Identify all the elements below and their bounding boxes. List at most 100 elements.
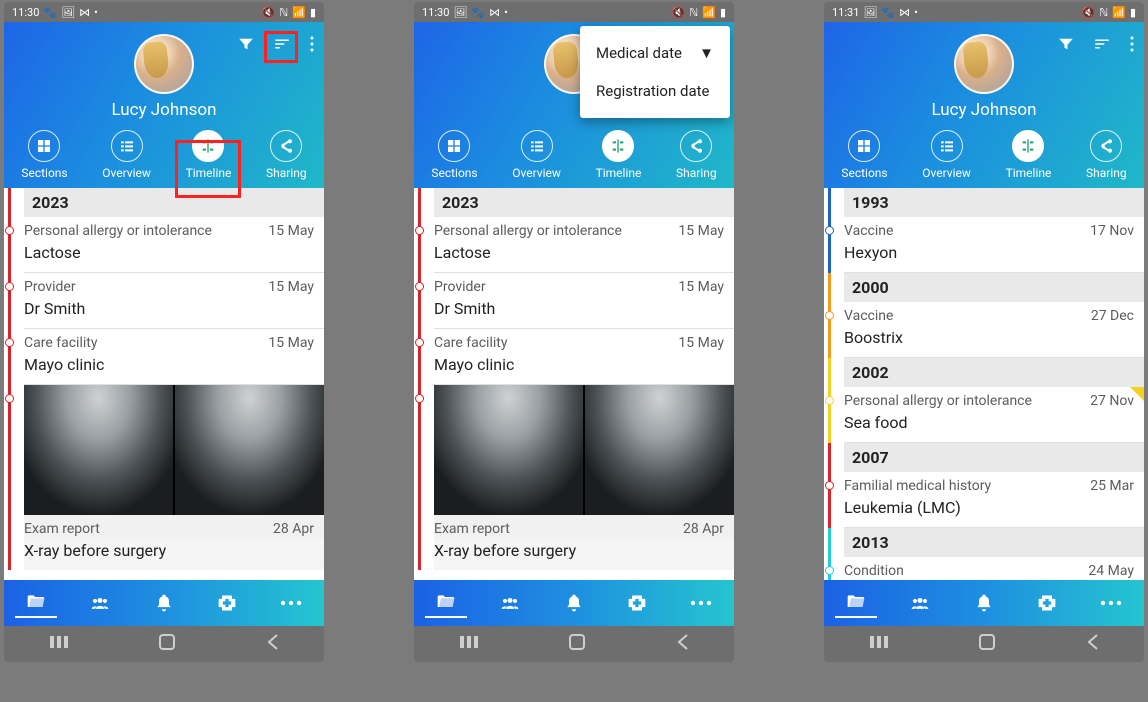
more-icon[interactable] [679,595,723,611]
entry-date: 15 May [268,335,314,351]
bell-icon[interactable] [964,589,1004,617]
entry-value: Mayo clinic [24,353,324,384]
entry-value: Sea food [844,411,1144,442]
recent-icon[interactable] [25,629,93,659]
tab-overview[interactable]: Overview [922,130,971,180]
filter-icon[interactable] [1054,32,1078,60]
more-icon[interactable] [269,595,313,611]
avatar[interactable] [954,34,1014,94]
entry-value: Dr Smith [24,297,324,328]
medical-cross-icon[interactable] [206,589,248,617]
medical-cross-icon[interactable] [1026,589,1068,617]
xray-image[interactable] [434,385,734,515]
timeline-item[interactable]: Exam report28 AprX-ray before surgery [414,385,734,570]
link-icon: ⋈ [489,6,500,19]
tab-timeline[interactable]: Timeline [186,130,232,180]
link-icon: ⋈ [79,6,90,19]
android-nav-bar [4,626,324,662]
medical-cross-icon[interactable] [616,589,658,617]
recent-icon[interactable] [845,629,913,659]
timeline-item[interactable]: 2023 [414,188,734,217]
folder-open-icon[interactable] [835,588,877,618]
timeline-item[interactable]: 1993 [824,188,1144,217]
battery-icon: ▮ [720,6,726,19]
xray-image[interactable] [24,385,324,515]
timeline-item[interactable]: Care facility15 MayMayo clinic [4,329,324,385]
sort-popup: Medical date ▼ Registration date [580,26,730,118]
timeline-item[interactable]: Care facility15 MayMayo clinic [414,329,734,385]
sort-icon[interactable] [268,32,296,60]
home-icon[interactable] [954,627,1020,661]
people-icon[interactable] [898,589,942,617]
header-tabs: Sections Overview Timeline Sharing [824,130,1144,188]
entry-value: Lactose [24,241,324,272]
bell-icon[interactable] [554,589,594,617]
picture-icon: 🖼 [453,6,467,19]
patient-name: Lucy Johnson [4,100,324,120]
tab-timeline[interactable]: Timeline [596,130,642,180]
avatar[interactable] [134,34,194,94]
timeline-item[interactable]: 2007 [824,443,1144,472]
entry-value: Hexyon [844,241,1144,272]
timeline-item[interactable]: Personal allergy or intolerance15 MayLac… [4,217,324,273]
tab-timeline[interactable]: Timeline [1006,130,1052,180]
mute-icon: 🔇 [1082,6,1096,19]
timeline-item[interactable]: 2002 [824,358,1144,387]
people-icon[interactable] [78,589,122,617]
sort-icon[interactable] [1088,32,1116,60]
sort-option-medical-date[interactable]: Medical date ▼ [580,34,730,72]
more-icon[interactable] [1089,595,1133,611]
timeline-item[interactable]: 2013 [824,528,1144,557]
timeline-content[interactable]: 1993Vaccine17 NovHexyon2000Vaccine27 Dec… [824,188,1144,580]
timeline-item[interactable]: Personal allergy or intolerance27 NovSea… [824,387,1144,443]
status-bar: 11:30 🖼 🐾 ⋈ • 🔇 ℕ 📶 ▮ [414,2,734,22]
entry-date: 25 Mar [1090,478,1134,494]
patient-name: Lucy Johnson [824,100,1144,120]
patient-header: Lucy Johnson Sections Overview Timeline Sha… [824,22,1144,188]
timeline-item[interactable]: Vaccine17 NovHexyon [824,217,1144,273]
home-icon[interactable] [544,627,610,661]
folder-open-icon[interactable] [15,588,57,618]
timeline-content[interactable]: 2023Personal allergy or intolerance15 Ma… [4,188,324,580]
status-bar: 11:30 🐾 🖼 ⋈ • 🔇 ℕ 📶 ▮ [4,2,324,22]
sort-option-registration-date[interactable]: Registration date [580,72,730,110]
nfc-icon: ℕ [689,6,698,19]
timeline-item[interactable]: 2000 [824,273,1144,302]
bottom-app-bar [4,580,324,626]
tab-sections[interactable]: Sections [841,130,887,180]
timeline-item[interactable]: 2023 [4,188,324,217]
tab-sharing[interactable]: Sharing [676,130,717,180]
tab-sharing[interactable]: Sharing [266,130,307,180]
folder-open-icon[interactable] [425,588,467,618]
timeline-item[interactable]: Condition24 May [824,557,1144,580]
timeline-item[interactable]: Personal allergy or intolerance15 MayLac… [414,217,734,273]
tab-label: Overview [102,166,151,180]
timeline-content[interactable]: 2023Personal allergy or intolerance15 Ma… [414,188,734,580]
back-icon[interactable] [651,627,713,661]
timeline-item[interactable]: Exam report28 AprX-ray before surgery [4,385,324,570]
tab-sections[interactable]: Sections [21,130,67,180]
tab-overview[interactable]: Overview [512,130,561,180]
screen-3: 11:31 🖼 🐾 ⋈ • 🔇 ℕ 📶 ▮ Lucy Johnson [824,2,1144,662]
bell-icon[interactable] [144,589,184,617]
timeline-item[interactable]: Vaccine27 DecBoostrix [824,302,1144,358]
tab-sections[interactable]: Sections [431,130,477,180]
filter-icon[interactable] [234,32,258,60]
timeline-item[interactable]: Provider15 MayDr Smith [414,273,734,329]
back-icon[interactable] [1061,627,1123,661]
recent-icon[interactable] [435,629,503,659]
home-icon[interactable] [134,627,200,661]
entry-date: 27 Dec [1091,308,1134,324]
timeline-item[interactable]: Familial medical history25 MarLeukemia (… [824,472,1144,528]
overflow-icon[interactable] [306,32,318,60]
overflow-icon[interactable] [1126,32,1138,60]
timeline-item[interactable]: Provider15 MayDr Smith [4,273,324,329]
bottom-app-bar [824,580,1144,626]
people-icon[interactable] [488,589,532,617]
list-icon [931,130,963,162]
tab-overview[interactable]: Overview [102,130,151,180]
tab-sharing[interactable]: Sharing [1086,130,1127,180]
entry-value: Mayo clinic [434,353,734,384]
timeline-year: 2000 [844,273,1144,302]
back-icon[interactable] [241,627,303,661]
